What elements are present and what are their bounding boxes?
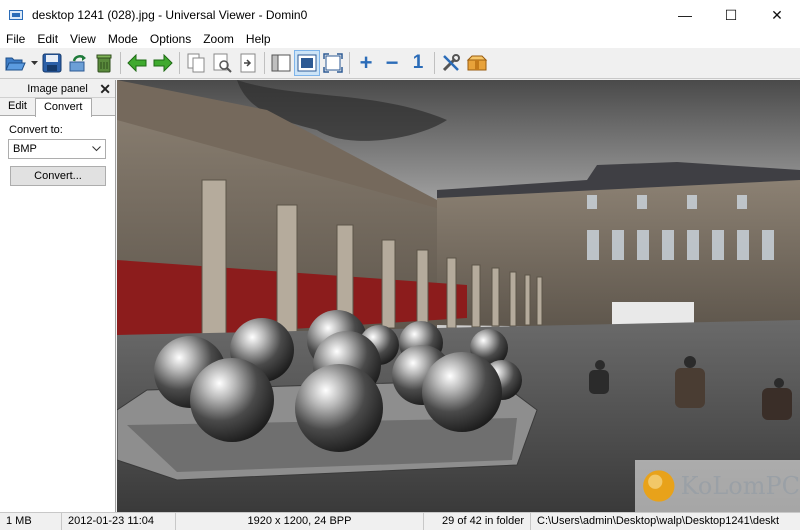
format-select[interactable]: BMP — [8, 139, 106, 159]
zoom-out-icon: − — [385, 50, 399, 75]
close-button[interactable]: ✕ — [754, 0, 800, 30]
panel-toggle-button[interactable] — [268, 50, 294, 76]
maximize-button[interactable]: ☐ — [708, 0, 754, 30]
window-title: desktop 1241 (028).jpg - Universal Viewe… — [32, 8, 308, 22]
menu-mode[interactable]: Mode — [102, 30, 144, 48]
menu-edit[interactable]: Edit — [31, 30, 64, 48]
tools-button[interactable] — [438, 50, 464, 76]
goto-icon — [238, 53, 258, 73]
panel-header: Image panel ✕ — [0, 80, 115, 98]
panel-icon — [271, 54, 291, 72]
recycle-icon — [94, 53, 114, 73]
panel-close-icon[interactable]: ✕ — [99, 80, 111, 98]
package-icon — [466, 54, 488, 72]
arrow-right-icon — [153, 54, 173, 72]
watermark: KoLomPC — [635, 460, 800, 512]
fullscreen-button[interactable] — [320, 50, 346, 76]
zoom-in-button[interactable]: + — [353, 50, 379, 76]
arrow-left-icon — [127, 54, 147, 72]
previous-button[interactable] — [124, 50, 150, 76]
open-folder-icon — [5, 54, 27, 72]
convert-button[interactable]: Convert... — [10, 166, 106, 186]
zoom-in-icon: + — [359, 50, 373, 75]
fit-window-icon — [297, 54, 317, 72]
status-date: 2012-01-23 11:04 — [62, 512, 176, 530]
package-button[interactable] — [464, 50, 490, 76]
actual-size-button[interactable]: 1 — [405, 50, 431, 76]
toolbar-separator — [264, 52, 265, 74]
status-bar: 1 MB 2012-01-23 11:04 1920 x 1200, 24 BP… — [0, 512, 800, 530]
status-file-size: 1 MB — [0, 512, 62, 530]
rotate-button[interactable] — [65, 50, 91, 76]
copy-button[interactable] — [183, 50, 209, 76]
save-icon — [42, 53, 62, 73]
toolbar-separator — [434, 52, 435, 74]
menu-view[interactable]: View — [64, 30, 102, 48]
photo-palais-royal — [117, 80, 800, 512]
goto-button[interactable] — [235, 50, 261, 76]
title-bar: desktop 1241 (028).jpg - Universal Viewe… — [0, 0, 800, 30]
panel-tabs: Edit Convert — [0, 98, 115, 117]
chevron-down-icon — [30, 61, 38, 65]
tab-edit[interactable]: Edit — [0, 98, 35, 116]
format-value: BMP — [13, 143, 37, 155]
image-view[interactable]: KoLomPC — [117, 80, 800, 512]
menu-zoom[interactable]: Zoom — [197, 30, 240, 48]
recycle-button[interactable] — [91, 50, 117, 76]
menu-file[interactable]: File — [0, 30, 31, 48]
app-icon — [9, 8, 25, 22]
toolbar: + − 1 — [0, 48, 800, 79]
rotate-icon — [68, 53, 88, 73]
toolbar-separator — [349, 52, 350, 74]
menu-help[interactable]: Help — [240, 30, 277, 48]
fullscreen-icon — [323, 53, 343, 73]
watermark-logo — [643, 470, 675, 502]
minimize-button[interactable]: — — [662, 0, 708, 30]
chevron-down-icon — [92, 143, 101, 155]
image-panel: Image panel ✕ Edit Convert Convert to: B… — [0, 80, 116, 512]
status-position: 29 of 42 in folder — [424, 512, 531, 530]
open-button[interactable] — [3, 50, 29, 76]
find-button[interactable] — [209, 50, 235, 76]
convert-to-label: Convert to: — [9, 124, 63, 136]
save-button[interactable] — [39, 50, 65, 76]
find-icon — [212, 53, 232, 73]
status-dimensions: 1920 x 1200, 24 BPP — [176, 512, 424, 530]
panel-title: Image panel — [27, 82, 88, 95]
status-path: C:\Users\admin\Desktop\walp\Desktop1241\… — [537, 514, 780, 527]
toolbar-separator — [179, 52, 180, 74]
fit-window-button[interactable] — [294, 50, 320, 76]
tab-convert[interactable]: Convert — [34, 98, 92, 117]
open-dropdown-button[interactable] — [29, 50, 39, 76]
menu-options[interactable]: Options — [144, 30, 197, 48]
zoom-out-button[interactable]: − — [379, 50, 405, 76]
zoom-actual-icon: 1 — [412, 52, 424, 73]
copy-icon — [186, 53, 206, 73]
tools-icon — [441, 53, 461, 73]
next-button[interactable] — [150, 50, 176, 76]
menu-bar: File Edit View Mode Options Zoom Help — [0, 30, 800, 48]
watermark-text: KoLomPC — [680, 472, 800, 500]
toolbar-separator — [120, 52, 121, 74]
